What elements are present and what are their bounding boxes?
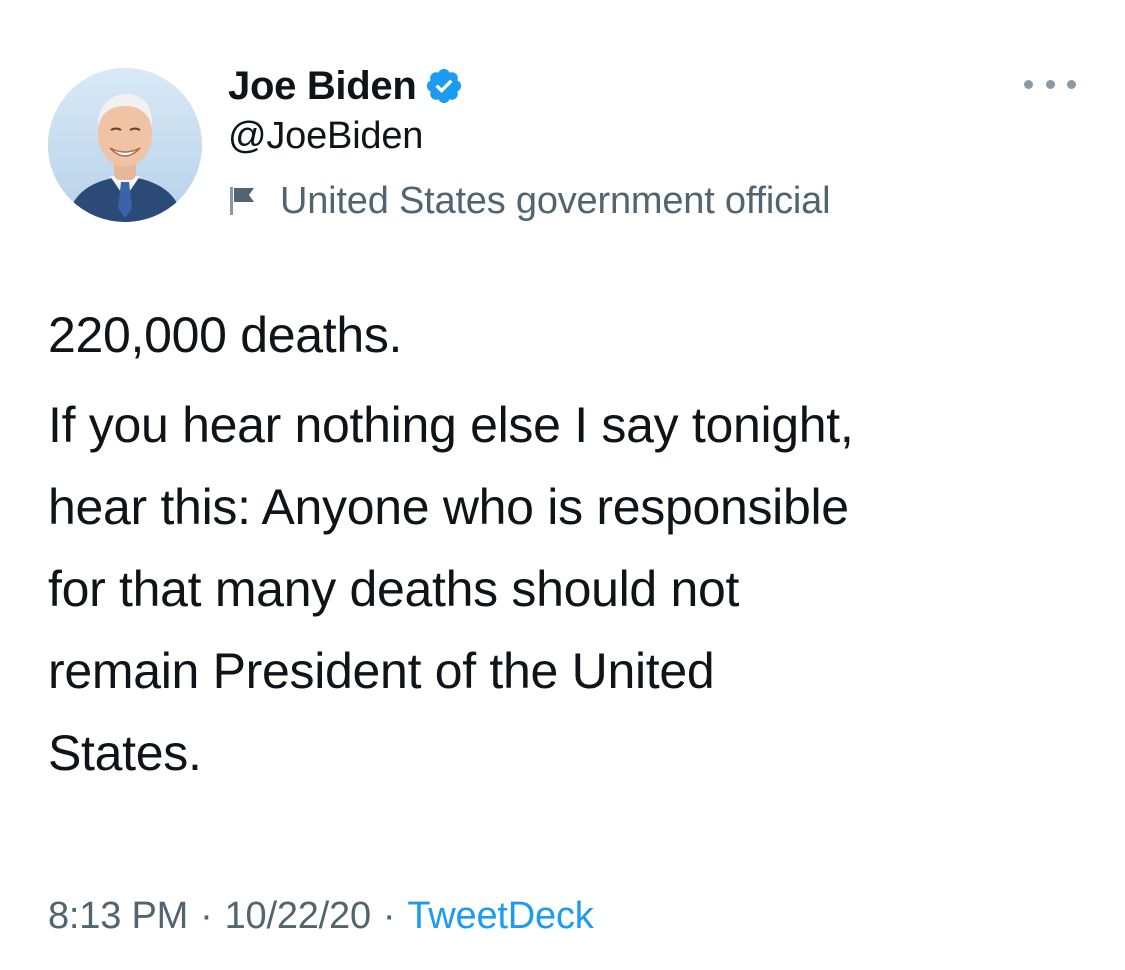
more-options-button[interactable] xyxy=(1024,72,1076,96)
more-dot xyxy=(1067,79,1076,89)
tweet-text: 220,000 deaths. If you hear nothing else… xyxy=(48,294,1098,794)
tweet-line: for that many deaths should not xyxy=(48,561,740,617)
tweet-date[interactable]: 10/22/20 xyxy=(225,895,372,938)
tweet-paragraph: If you hear nothing else I say tonight, … xyxy=(48,384,1098,794)
tweet-paragraph: 220,000 deaths. xyxy=(48,307,403,363)
more-dot xyxy=(1045,79,1055,89)
account-label[interactable]: United States government official xyxy=(228,176,831,226)
handle[interactable]: @JoeBiden xyxy=(228,115,423,158)
tweet-source-link[interactable]: TweetDeck xyxy=(407,895,593,938)
author-name-row: Joe Biden xyxy=(228,60,464,112)
tweet-line: remain President of the United xyxy=(48,643,715,699)
verified-badge-icon xyxy=(424,66,464,106)
account-label-text: United States government official xyxy=(280,179,831,222)
flag-icon xyxy=(228,185,258,217)
more-horizontal-icon xyxy=(1024,79,1033,89)
avatar[interactable] xyxy=(48,68,202,222)
tweet-line: hear this: Anyone who is responsible xyxy=(48,479,849,535)
tweet-line: If you hear nothing else I say tonight, xyxy=(48,397,854,453)
tweet-time[interactable]: 8:13 PM xyxy=(48,895,188,938)
avatar-photo xyxy=(48,68,202,222)
display-name[interactable]: Joe Biden xyxy=(228,64,417,109)
separator: · xyxy=(200,894,213,937)
tweet-line: States. xyxy=(48,725,202,781)
tweet-metadata: 8:13 PM · 10/22/20 · TweetDeck xyxy=(48,888,594,944)
separator: · xyxy=(382,894,396,937)
tweet: Joe Biden @JoeBiden United States govern… xyxy=(0,0,1125,970)
